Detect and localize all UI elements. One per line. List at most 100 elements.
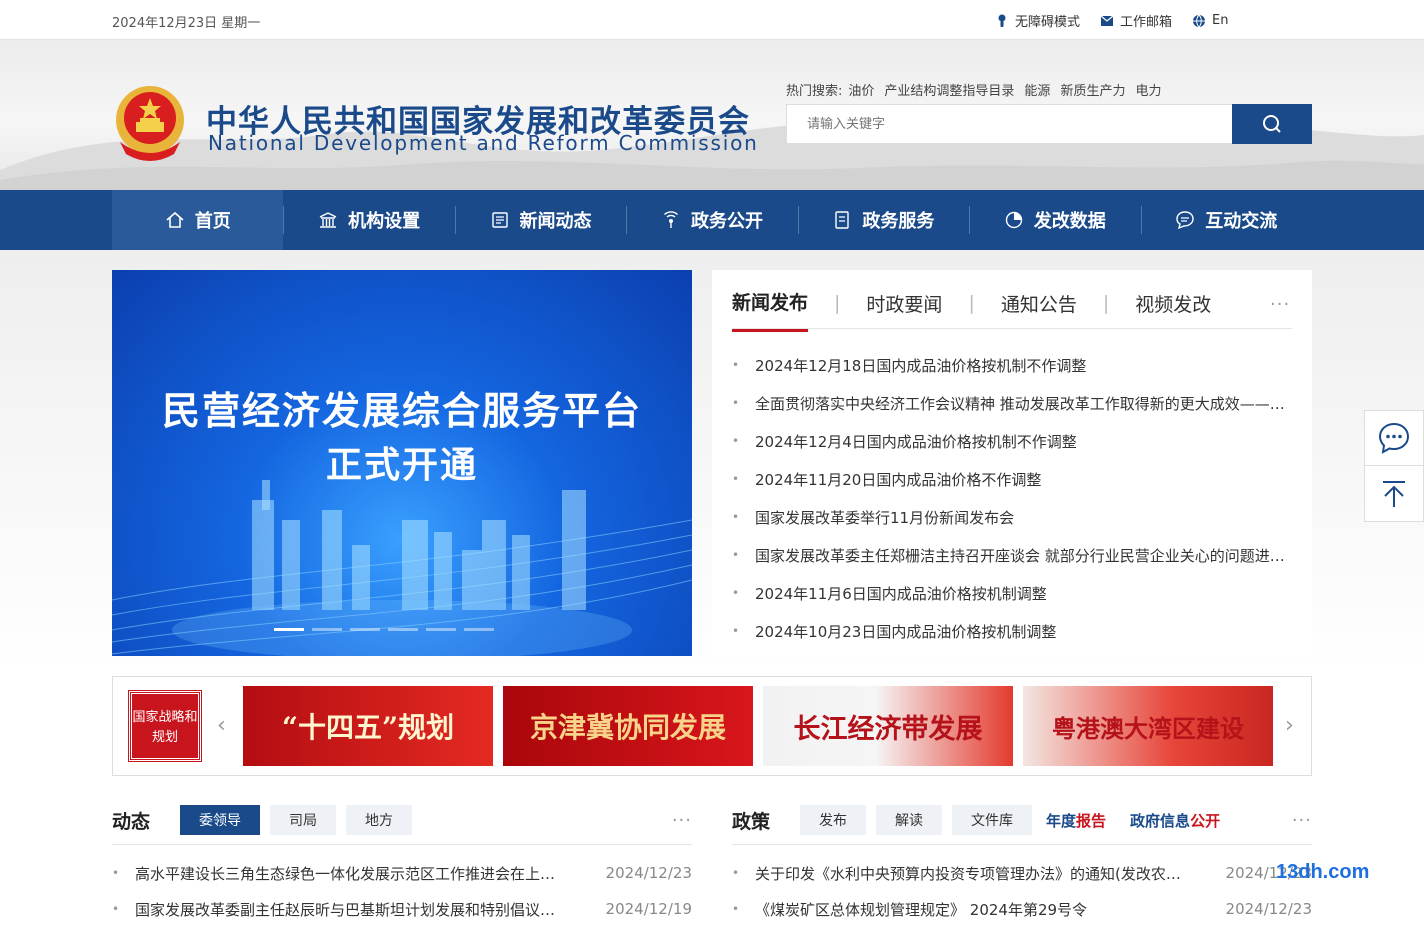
- carousel-dot[interactable]: [464, 628, 494, 631]
- strategy-card-jingjinji[interactable]: 京津冀协同发展: [503, 686, 753, 766]
- banner-subheadline: 正式开通: [325, 445, 478, 486]
- mail-label: 工作邮箱: [1120, 15, 1173, 30]
- news-more-button[interactable]: ···: [1270, 294, 1290, 315]
- hero-banner[interactable]: 民营经济发展综合服务平台 正式开通: [112, 270, 692, 656]
- news-title: 国家发展改革委主任郑栅洁主持召开座谈会 就部分行业民营企业关心的问题进行沟通交流: [755, 546, 1287, 565]
- search-icon: [1263, 115, 1281, 133]
- list-item[interactable]: •关于印发《水利中央预算内投资专项管理办法》的通知(发改农经规〔2024〕202…: [732, 855, 1312, 891]
- carousel-dot[interactable]: [350, 628, 380, 631]
- hot-term[interactable]: 能源: [1024, 80, 1050, 99]
- list-item[interactable]: • 高水平建设长三角生态绿色一体化发展示范区工作推进会在上海召开 2024/12/2…: [112, 855, 692, 891]
- top-bar: 2024年12月23日 星期一 无障碍模式 工作邮箱 En: [0, 0, 1424, 40]
- policy-more-button[interactable]: ···: [1292, 810, 1312, 831]
- list-item[interactable]: • 2024年11月6日国内成品油价格按机制调整: [732, 574, 1292, 612]
- bullet: •: [732, 586, 740, 600]
- mail-link[interactable]: 工作邮箱: [1100, 11, 1172, 30]
- national-emblem[interactable]: [112, 84, 188, 162]
- card-label: “十四五”规划: [281, 711, 455, 744]
- dynamics-list: • 高水平建设长三角生态绿色一体化发展示范区工作推进会在上海召开 2024/12/2…: [112, 855, 692, 927]
- nav-item-data[interactable]: 发改数据: [969, 190, 1140, 250]
- news-icon: [491, 212, 508, 228]
- tab-document-library[interactable]: 文件库: [952, 805, 1033, 835]
- card-label: 长江经济带发展: [793, 713, 983, 745]
- tab-news-release[interactable]: 新闻发布: [732, 288, 809, 332]
- chat-bubble-icon: [1378, 422, 1410, 454]
- chat-icon: [1176, 211, 1194, 230]
- hot-term[interactable]: 电力: [1135, 80, 1161, 99]
- hot-term[interactable]: 新质生产力: [1060, 80, 1125, 99]
- nav-label: 首页: [194, 211, 231, 232]
- strip-next-arrow[interactable]: ›: [1285, 713, 1294, 738]
- nav-item-organization[interactable]: 机构设置: [283, 190, 454, 250]
- bullet: •: [112, 902, 120, 916]
- list-item[interactable]: • 2024年12月18日国内成品油价格按机制不作调整: [732, 346, 1292, 384]
- nav-item-public-affairs[interactable]: 政务公开: [626, 190, 797, 250]
- tab-release[interactable]: 发布: [800, 805, 867, 835]
- news-title: 2024年11月20日国内成品油价格不作调整: [755, 470, 1042, 489]
- search-input[interactable]: [786, 104, 1232, 144]
- tab-local[interactable]: 地方: [346, 805, 413, 835]
- gov-info-disclosure-link[interactable]: 政府信息公开: [1130, 810, 1220, 831]
- strategy-card-yangtze[interactable]: 长江经济带发展: [763, 686, 1013, 766]
- tab-commission-leaders[interactable]: 委领导: [180, 805, 261, 835]
- arrow-up-icon: [1383, 480, 1405, 507]
- item-date: 2024/12/19: [605, 900, 692, 918]
- strategy-strip: 国家战略和规划 ‹ “十四五”规划 京津冀协同发展 长江经济带发展 粤港澳大湾区…: [112, 676, 1312, 776]
- accessibility-link[interactable]: 无障碍模式: [995, 11, 1080, 30]
- tab-video[interactable]: 视频发改: [1135, 290, 1211, 331]
- bullet: •: [732, 510, 740, 524]
- tab-interpretation[interactable]: 解读: [876, 805, 943, 835]
- back-to-top-button[interactable]: [1364, 466, 1424, 522]
- list-item[interactable]: • 2024年12月4日国内成品油价格按机制不作调整: [732, 422, 1292, 460]
- bullet: •: [732, 624, 740, 638]
- list-item[interactable]: • 2024年11月20日国内成品油价格不作调整: [732, 460, 1292, 498]
- search-bar: [786, 104, 1312, 144]
- item-date: 2024/12/23: [605, 864, 692, 882]
- tab-current-affairs[interactable]: 时政要闻: [866, 290, 942, 331]
- bullet: •: [732, 866, 740, 880]
- item-title: 关于印发《水利中央预算内投资专项管理办法》的通知(发改农经规〔2024〕: [755, 864, 1185, 883]
- english-link[interactable]: En: [1192, 11, 1228, 30]
- list-item[interactable]: • 《煤炭矿区总体规划管理规定》 2024年第29号令 2024/12/23: [732, 891, 1312, 927]
- carousel-dot[interactable]: [312, 628, 342, 631]
- nav-item-home[interactable]: 首页: [112, 190, 284, 250]
- nav-item-news[interactable]: 新闻动态: [454, 190, 626, 250]
- hot-term[interactable]: 产业结构调整指导目录: [884, 80, 1014, 99]
- card-label: 京津冀协同发展: [529, 711, 726, 744]
- section-title: 政策: [732, 810, 771, 833]
- tab-separator: |: [968, 292, 975, 314]
- card-label: 粤港澳大湾区建设: [1052, 713, 1244, 743]
- list-item[interactable]: • 全面贯彻落实中央经济工作会议精神 推动发展改革工作取得新的更大成效——国家发展…: [732, 384, 1292, 422]
- list-item[interactable]: • 2024年10月23日国内成品油价格按机制调整: [732, 612, 1292, 650]
- home-icon: [166, 211, 184, 228]
- gov-info-part1: 政府信息: [1130, 811, 1191, 830]
- carousel-dot[interactable]: [388, 628, 418, 631]
- feedback-button[interactable]: [1364, 410, 1424, 466]
- nav-item-interaction[interactable]: 互动交流: [1140, 190, 1312, 250]
- tab-notices[interactable]: 通知公告: [1001, 290, 1077, 331]
- annual-report-link[interactable]: 年度报告: [1046, 810, 1106, 831]
- dynamics-more-button[interactable]: ···: [672, 810, 692, 831]
- strategy-badge[interactable]: 国家战略和规划: [128, 690, 202, 762]
- annual-report-part2: 报告: [1076, 811, 1107, 830]
- tab-departments[interactable]: 司局: [270, 805, 337, 835]
- list-item[interactable]: • 国家发展改革委主任郑栅洁主持召开座谈会 就部分行业民营企业关心的问题进行沟通交…: [732, 536, 1292, 574]
- mail-icon: [1100, 15, 1114, 26]
- carousel-dot[interactable]: [274, 628, 304, 631]
- news-list: • 2024年12月18日国内成品油价格按机制不作调整 • 全面贯彻落实中央经济工作…: [732, 346, 1292, 650]
- carousel-dot[interactable]: [426, 628, 456, 631]
- search-button[interactable]: [1232, 104, 1312, 144]
- tab-separator: |: [1102, 292, 1110, 314]
- policy-list: • 关于印发《水利中央预算内投资专项管理办法》的通知(发改农经规〔2024〕 202…: [732, 855, 1312, 927]
- strategy-card-14th-plan[interactable]: “十四五”规划: [243, 686, 493, 766]
- list-item[interactable]: • 国家发展改革委副主任赵辰昕与巴基斯坦计划发展和特别倡议部部长举行会谈 2024/…: [112, 891, 692, 927]
- list-item[interactable]: • 国家发展改革委举行11月份新闻发布会: [732, 498, 1292, 536]
- nav-item-services[interactable]: 政务服务: [797, 190, 969, 250]
- nav-label: 机构设置: [348, 211, 421, 232]
- item-date: 2024/12/23: [1225, 900, 1312, 918]
- hot-term[interactable]: 油价: [848, 80, 874, 99]
- bullet: •: [732, 358, 740, 372]
- hot-search-label: 热门搜索:: [786, 84, 843, 99]
- strategy-card-gba[interactable]: 粤港澳大湾区建设: [1023, 686, 1273, 766]
- strip-prev-arrow[interactable]: ‹: [217, 713, 226, 738]
